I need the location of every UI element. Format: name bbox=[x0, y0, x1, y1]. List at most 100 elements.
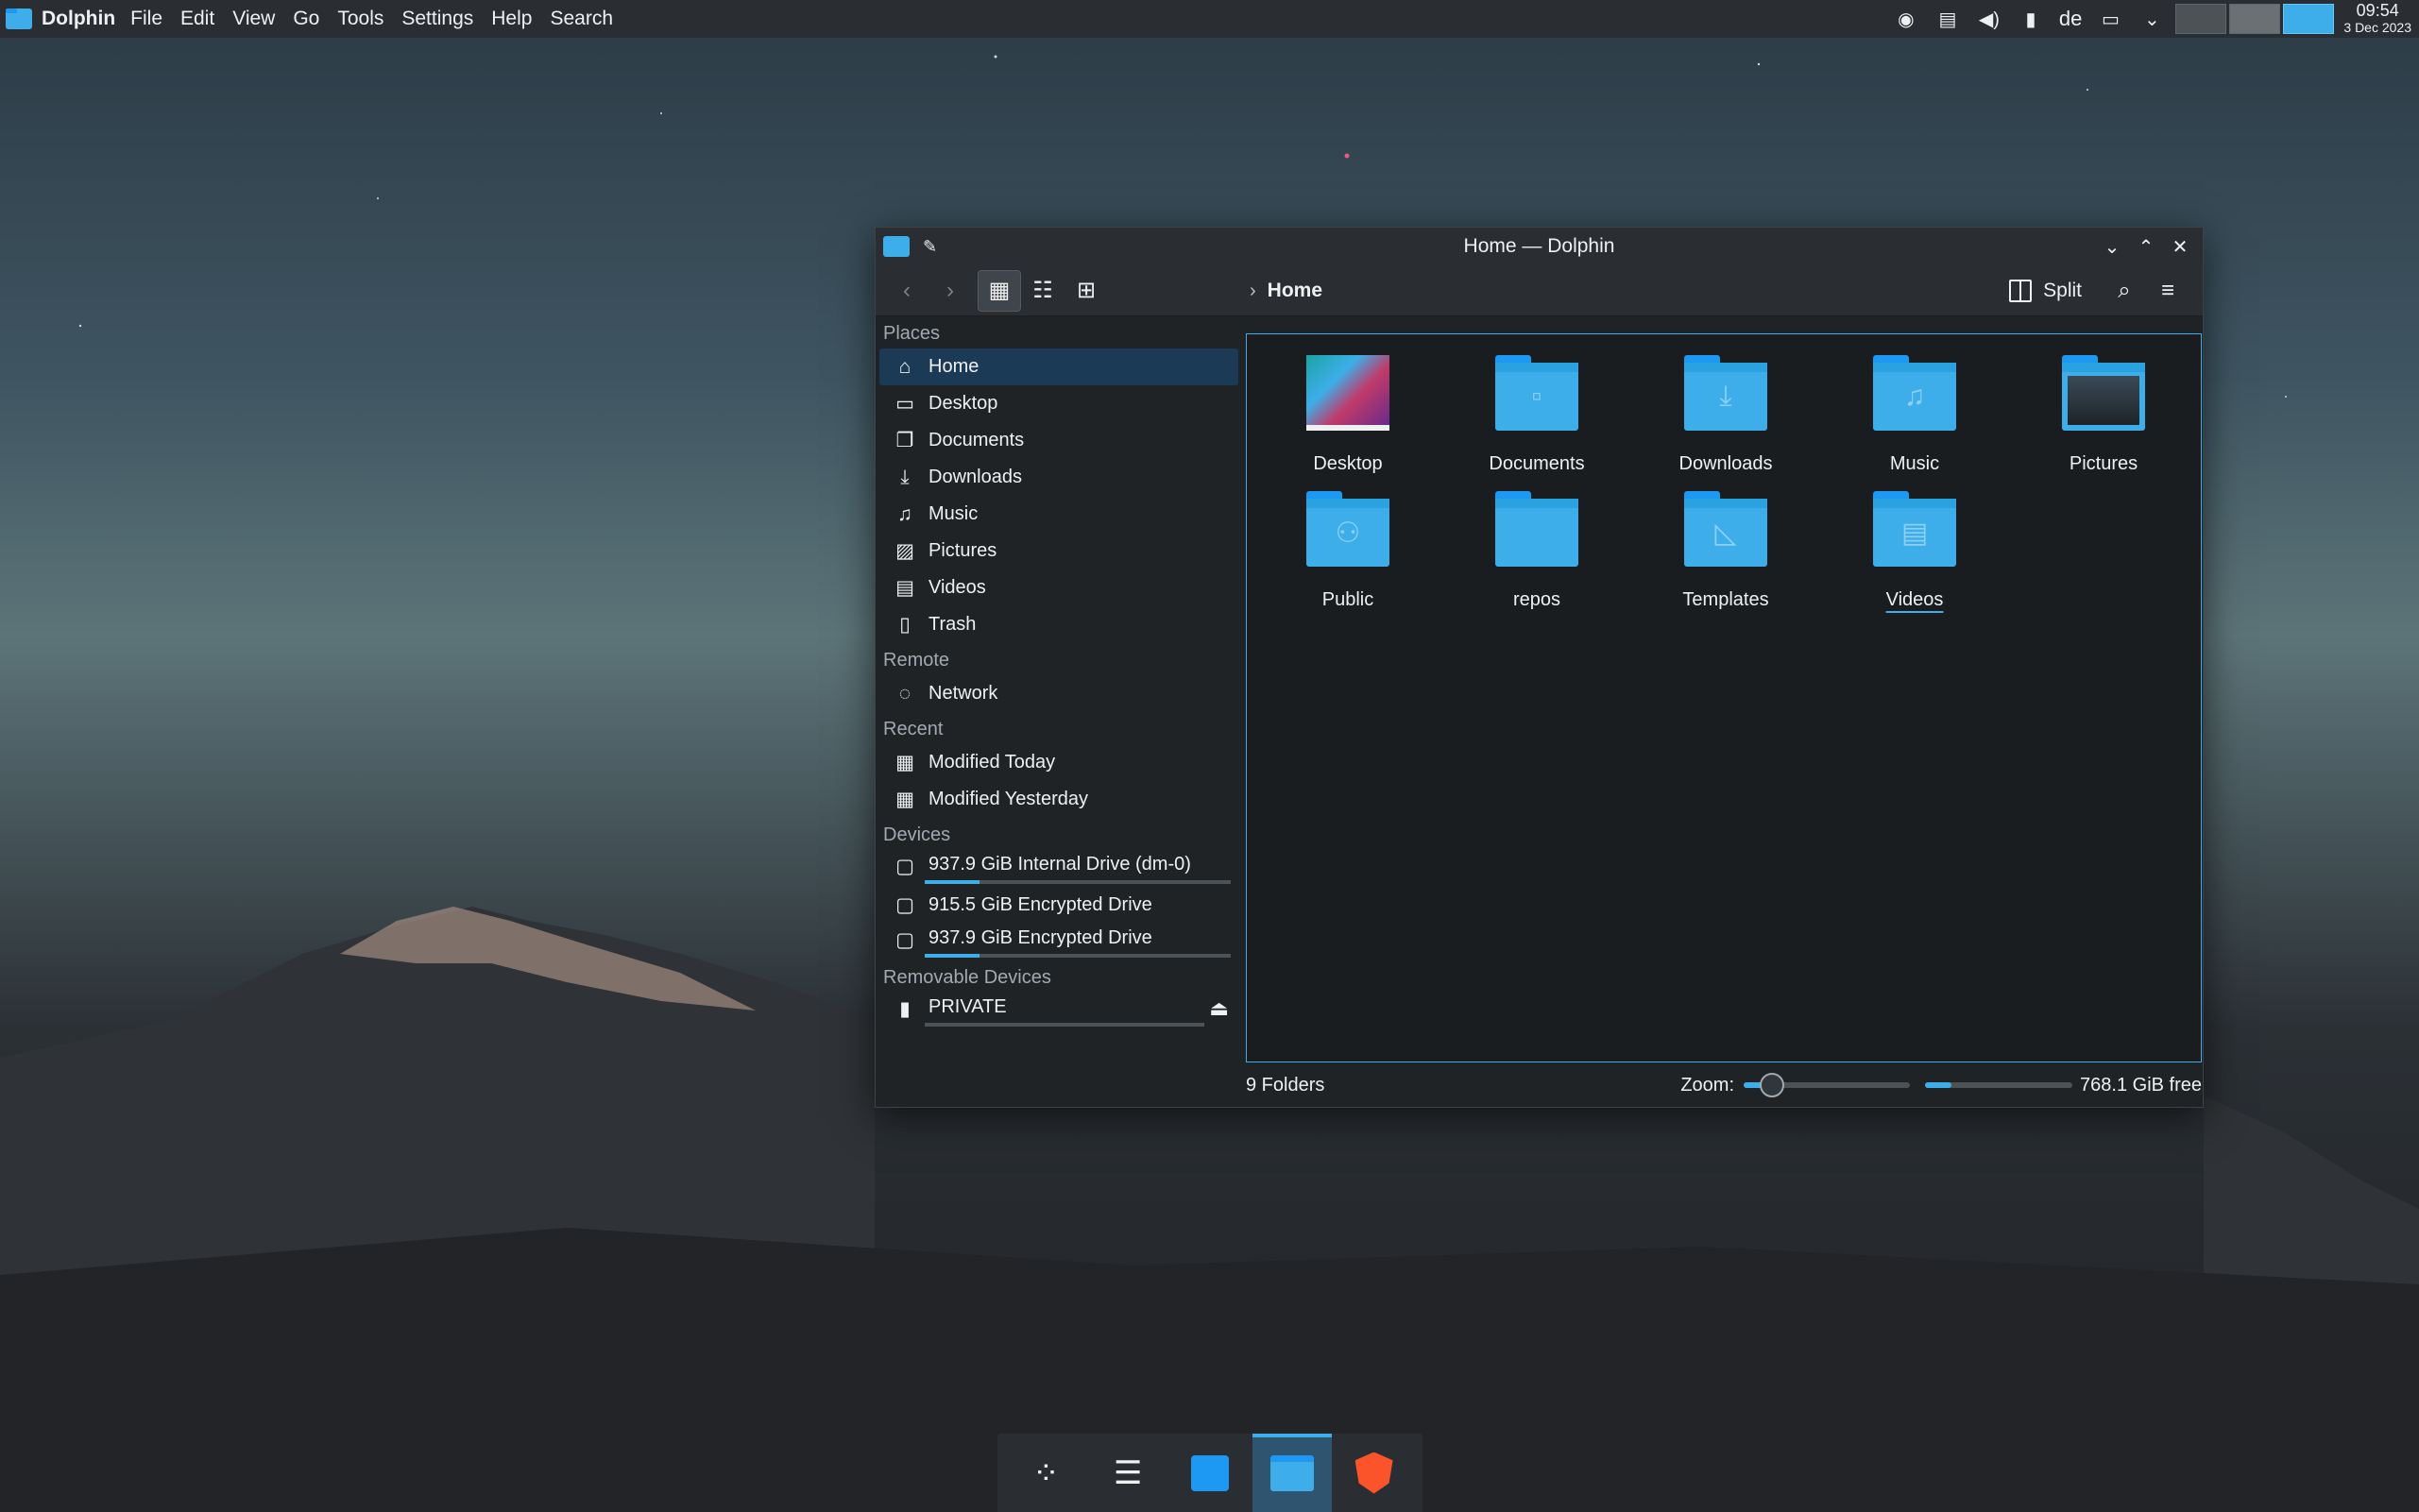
capacity-bar bbox=[925, 880, 1231, 884]
sidebar-item-network[interactable]: ◌ Network bbox=[879, 675, 1238, 712]
clipboard-icon[interactable]: ▤ bbox=[1934, 6, 1961, 32]
repos-folder-icon bbox=[1495, 491, 1578, 567]
split-view-icon bbox=[2009, 280, 2033, 302]
app-launcher-icon: ⁘ bbox=[1032, 1454, 1060, 1491]
window-app-icon[interactable] bbox=[883, 236, 910, 257]
sidebar-section-heading[interactable]: Remote bbox=[876, 643, 1242, 675]
menu-view[interactable]: View bbox=[232, 8, 275, 30]
sidebar-item-label: Downloads bbox=[928, 467, 1022, 487]
sidebar-item-937-9-gib-encrypted-drive[interactable]: ▢ 937.9 GiB Encrypted Drive bbox=[879, 924, 1238, 960]
discover-store-icon bbox=[1190, 1454, 1229, 1491]
zoom-slider-handle[interactable] bbox=[1759, 1073, 1784, 1097]
app-launcher-button[interactable]: ⁘ bbox=[1006, 1434, 1085, 1512]
menu-tools[interactable]: Tools bbox=[337, 8, 383, 30]
hamburger-menu-icon[interactable]: ≡ bbox=[2146, 270, 2189, 312]
breadcrumb-home[interactable]: Home bbox=[1268, 280, 1322, 302]
split-label: Split bbox=[2043, 280, 2082, 301]
sidebar-item-private[interactable]: ▮ PRIVATE ⏏ bbox=[879, 993, 1238, 1029]
minimize-button[interactable]: ⌄ bbox=[2095, 229, 2129, 263]
file-item-templates[interactable]: ◺ Templates bbox=[1645, 491, 1806, 611]
sidebar-item-videos[interactable]: ▤ Videos bbox=[879, 569, 1238, 606]
keyboard-layout[interactable]: de bbox=[2059, 7, 2082, 31]
sidebar-item-music[interactable]: ♫ Music bbox=[879, 496, 1238, 533]
system-settings-button[interactable]: ☰ bbox=[1088, 1434, 1167, 1512]
menu-help[interactable]: Help bbox=[491, 8, 532, 30]
file-item-label: Templates bbox=[1682, 589, 1769, 610]
dolphin-taskbar-button[interactable] bbox=[1252, 1434, 1332, 1512]
close-button[interactable]: ✕ bbox=[2163, 229, 2197, 263]
sidebar-item-downloads[interactable]: ⤓ Downloads bbox=[879, 459, 1238, 496]
menu-settings[interactable]: Settings bbox=[401, 8, 473, 30]
file-item-label: Pictures bbox=[2069, 453, 2138, 474]
sidebar-section-heading[interactable]: Recent bbox=[876, 712, 1242, 744]
clock-time: 09:54 bbox=[2356, 1, 2399, 20]
file-item-downloads[interactable]: ⤓ Downloads bbox=[1645, 355, 1806, 475]
volume-icon[interactable]: ◀) bbox=[1976, 6, 2002, 32]
maximize-button[interactable]: ⌃ bbox=[2129, 229, 2163, 263]
free-space-bar[interactable] bbox=[1925, 1082, 2073, 1088]
sidebar-section-heading[interactable]: Devices bbox=[876, 818, 1242, 850]
sidebar-section-heading[interactable]: Removable Devices bbox=[876, 960, 1242, 993]
sidebar-item-937-9-gib-internal-drive-dm-0[interactable]: ▢ 937.9 GiB Internal Drive (dm-0) bbox=[879, 850, 1238, 887]
search-icon[interactable]: ⌕ bbox=[2103, 270, 2146, 312]
virtual-desktop-1[interactable] bbox=[2175, 4, 2227, 34]
virtual-desktop-2[interactable] bbox=[2229, 4, 2281, 34]
split-button[interactable]: Split bbox=[2009, 280, 2082, 302]
sidebar-item-modified-yesterday[interactable]: ▦ Modified Yesterday bbox=[879, 781, 1238, 818]
menu-search[interactable]: Search bbox=[550, 8, 613, 30]
usb-drive-icon: ▮ bbox=[899, 997, 911, 1020]
sidebar-item-915-5-gib-encrypted-drive[interactable]: ▢ 915.5 GiB Encrypted Drive bbox=[879, 887, 1238, 924]
details-view-button[interactable]: ⊞ bbox=[1065, 270, 1108, 312]
network-icon: ◌ bbox=[898, 682, 911, 705]
sidebar-section-heading[interactable]: Places bbox=[876, 316, 1242, 348]
dolphin-icon bbox=[1269, 1454, 1314, 1491]
zoom-slider[interactable] bbox=[1744, 1073, 1911, 1097]
sidebar-item-documents[interactable]: ❐ Documents bbox=[879, 422, 1238, 459]
capacity-bar bbox=[925, 1023, 1204, 1027]
taskbar: ⁘ ☰ bbox=[997, 1434, 1422, 1512]
sidebar-item-label: 915.5 GiB Encrypted Drive bbox=[928, 894, 1152, 915]
toolbar: ‹ › ▦ ☷ ⊞ › Home Split ⌕ ≡ bbox=[876, 265, 2203, 316]
menu-edit[interactable]: Edit bbox=[180, 8, 214, 30]
menu-go[interactable]: Go bbox=[293, 8, 319, 30]
sidebar-item-desktop[interactable]: ▭ Desktop bbox=[879, 385, 1238, 422]
sidebar-item-label: 937.9 GiB Encrypted Drive bbox=[928, 927, 1152, 948]
titlebar[interactable]: ✎ Home — Dolphin ⌄ ⌃ ✕ bbox=[876, 228, 2203, 265]
sidebar-item-label: Pictures bbox=[928, 540, 997, 561]
file-item-repos[interactable]: repos bbox=[1457, 491, 1617, 611]
calendar-icon: ▦ bbox=[895, 789, 914, 810]
videos-icon: ▤ bbox=[895, 577, 914, 599]
chevron-right-icon[interactable]: › bbox=[1250, 280, 1256, 302]
file-item-label: repos bbox=[1512, 589, 1561, 610]
discover-store-button[interactable] bbox=[1170, 1434, 1250, 1512]
file-item-desktop[interactable]: Desktop bbox=[1268, 355, 1428, 475]
network-icon[interactable]: ▭ bbox=[2097, 6, 2123, 32]
icons-view-button[interactable]: ▦ bbox=[978, 269, 1021, 312]
file-item-documents[interactable]: ▫ Documents bbox=[1457, 355, 1617, 475]
sidebar-item-modified-today[interactable]: ▦ Modified Today bbox=[879, 744, 1238, 781]
sidebar-item-trash[interactable]: ▯ Trash bbox=[879, 606, 1238, 643]
usb-drive-icon[interactable]: ▮ bbox=[2018, 6, 2044, 32]
brave-browser-button[interactable] bbox=[1335, 1434, 1414, 1512]
sidebar-item-pictures[interactable]: ▨ Pictures bbox=[879, 533, 1238, 569]
breadcrumb[interactable]: › Home bbox=[1250, 265, 1322, 316]
file-view[interactable]: Desktop ▫ Documents ⤓ Downloads ♫ Music Picture… bbox=[1246, 333, 2202, 1062]
chevron-down-icon[interactable]: ⌄ bbox=[2138, 6, 2165, 32]
forward-button[interactable]: › bbox=[928, 270, 972, 312]
file-item-public[interactable]: ⚇ Public bbox=[1268, 491, 1428, 611]
compact-view-button[interactable]: ☷ bbox=[1021, 270, 1065, 312]
pin-icon[interactable]: ✎ bbox=[923, 237, 937, 257]
brave-browser-icon bbox=[1354, 1452, 1393, 1494]
status-bar: 9 Folders Zoom: 768.1 GiB free bbox=[1246, 1066, 2202, 1104]
sidebar-item-home[interactable]: ⌂ Home bbox=[879, 348, 1238, 385]
eject-icon[interactable]: ⏏ bbox=[1209, 996, 1229, 1021]
sidebar-item-label: Network bbox=[928, 683, 998, 704]
file-item-pictures[interactable]: Pictures bbox=[2023, 355, 2184, 475]
clock[interactable]: 09:54 3 Dec 2023 bbox=[2343, 2, 2411, 36]
file-item-videos[interactable]: ▤ Videos bbox=[1834, 491, 1995, 611]
file-item-music[interactable]: ♫ Music bbox=[1834, 355, 1995, 475]
discord-icon[interactable]: ◉ bbox=[1893, 6, 1919, 32]
menu-file[interactable]: File bbox=[130, 8, 162, 30]
back-button[interactable]: ‹ bbox=[885, 270, 928, 312]
virtual-desktop-3[interactable] bbox=[2283, 4, 2335, 34]
